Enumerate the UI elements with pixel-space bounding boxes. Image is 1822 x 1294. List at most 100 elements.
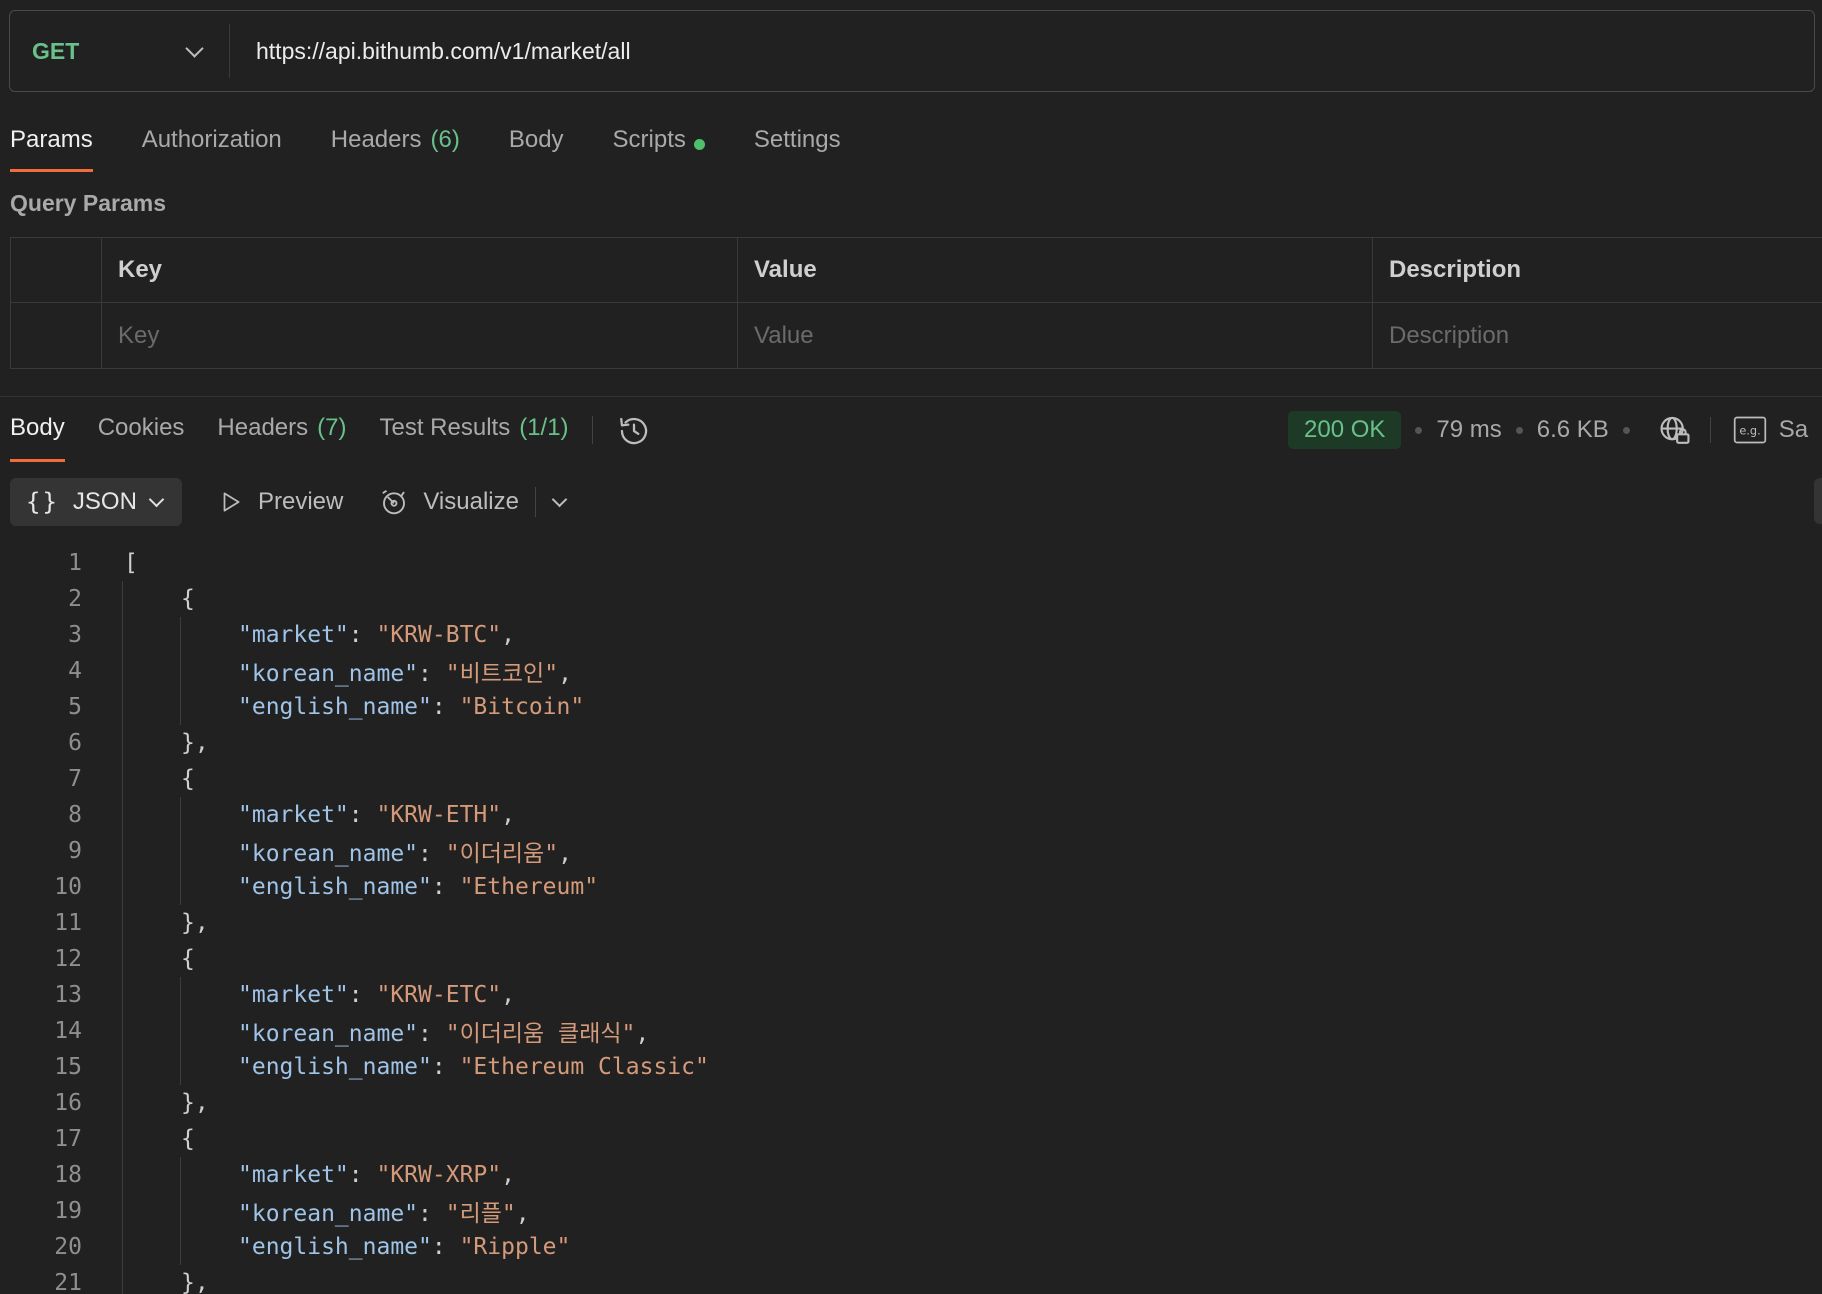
line-number: 4 — [68, 658, 82, 684]
chevron-down-icon[interactable] — [551, 491, 568, 507]
line-number: 9 — [68, 838, 82, 864]
line-content: "korean_name": "이더리움", — [238, 834, 572, 868]
status-badge[interactable]: 200 OK — [1288, 411, 1402, 449]
line-number: 8 — [68, 802, 82, 828]
table-row: Key Value Description — [11, 303, 1822, 368]
example-icon[interactable]: e.g. — [1733, 415, 1767, 445]
method-label: GET — [32, 37, 80, 64]
table-header-row: Key Value Description — [11, 238, 1822, 303]
tab-authorization[interactable]: Authorization — [142, 122, 282, 172]
line-number: 12 — [54, 946, 82, 972]
line-content: { — [181, 1126, 195, 1152]
json-comma: , — [501, 622, 515, 648]
json-string-value: "리플" — [445, 1201, 516, 1227]
code-line: 4 "korean_name": "비트코인", — [0, 653, 1822, 689]
tab-label: Settings — [753, 126, 841, 153]
row-checkbox-cell[interactable] — [11, 303, 102, 368]
response-body-editor[interactable]: 1[2{ 3 "market": "KRW-BTC", 4 "korean_name":… — [0, 545, 1822, 1294]
json-key: "korean_name" — [238, 661, 419, 687]
tab-cookies[interactable]: Cookies — [98, 408, 185, 462]
line-content: "market": "KRW-ETH", — [238, 802, 515, 828]
json-string-value: "이더리움 클래식" — [445, 1021, 636, 1047]
method-select[interactable]: GET — [10, 24, 230, 78]
line-content: }, — [181, 730, 209, 756]
side-panel-handle[interactable] — [1814, 478, 1822, 524]
code-line: 21}, — [0, 1265, 1822, 1294]
indent-guide — [180, 797, 181, 905]
checkbox-column-header — [11, 238, 102, 302]
tab-response-headers[interactable]: Headers (7) — [217, 408, 346, 462]
json-comma: , — [515, 1201, 530, 1227]
tab-label: Body — [10, 414, 65, 441]
tab-params[interactable]: Params — [10, 122, 93, 172]
line-number: 3 — [68, 622, 82, 648]
json-colon: : — [348, 802, 377, 828]
line-number: 17 — [54, 1126, 82, 1152]
code-line: 17 { — [0, 1121, 1822, 1157]
code-line: 9 "korean_name": "이더리움", — [0, 833, 1822, 869]
json-key: "english_name" — [238, 694, 432, 720]
network-lock-icon[interactable] — [1658, 413, 1692, 447]
json-string-value: "이더리움" — [445, 841, 559, 867]
line-number: 6 — [68, 730, 82, 756]
json-punctuation: { — [181, 946, 195, 972]
line-number: 10 — [54, 874, 82, 900]
response-time[interactable]: 79 ms — [1436, 416, 1501, 444]
code-line: 2{ — [0, 581, 1822, 617]
line-number: 18 — [54, 1162, 82, 1188]
visualize-button[interactable]: Visualize — [379, 487, 519, 517]
json-comma: , — [501, 982, 515, 1008]
preview-button[interactable]: Preview — [218, 488, 343, 516]
description-input[interactable]: Description — [1373, 303, 1822, 368]
line-number: 14 — [54, 1018, 82, 1044]
separator-dot — [1515, 426, 1523, 434]
json-string-value: "Ripple" — [459, 1234, 571, 1260]
value-input[interactable]: Value — [738, 303, 1373, 368]
description-column-header: Description — [1389, 256, 1522, 283]
line-number: 21 — [54, 1270, 82, 1294]
code-line: 3 "market": "KRW-BTC", — [0, 617, 1822, 653]
line-content: "english_name": "Ethereum" — [238, 874, 598, 900]
json-string-value: "KRW-BTC" — [376, 622, 502, 648]
tab-label: Test Results — [379, 414, 511, 441]
history-icon[interactable] — [617, 414, 651, 453]
format-select[interactable]: {} JSON — [10, 478, 182, 526]
code-line: 13 "market": "KRW-ETC", — [0, 977, 1822, 1013]
json-key: "market" — [238, 622, 349, 648]
url-input[interactable]: https://api.bithumb.com/v1/market/all — [230, 38, 631, 65]
json-key: "english_name" — [238, 874, 432, 900]
tab-headers[interactable]: Headers (6) — [331, 122, 460, 172]
key-input[interactable]: Key — [102, 303, 738, 368]
code-line: 20 "english_name": "Ripple" — [0, 1229, 1822, 1265]
json-key: "market" — [238, 1162, 349, 1188]
line-number: 19 — [54, 1198, 82, 1224]
json-colon: : — [431, 874, 460, 900]
code-line: 1[ — [0, 545, 1822, 581]
save-response-label[interactable]: Sa — [1779, 416, 1808, 444]
line-content: }, — [181, 1090, 209, 1116]
json-key: "english_name" — [238, 1234, 432, 1260]
line-content: "korean_name": "비트코인", — [238, 654, 572, 688]
json-key: "market" — [238, 982, 349, 1008]
tab-response-body[interactable]: Body — [10, 408, 65, 462]
tab-test-results[interactable]: Test Results (1/1) — [379, 408, 568, 462]
tab-body[interactable]: Body — [509, 122, 564, 172]
json-comma: , — [558, 661, 572, 687]
pane-divider[interactable] — [0, 396, 1822, 397]
json-colon: : — [348, 982, 377, 1008]
json-colon: : — [431, 694, 460, 720]
preview-label: Preview — [258, 488, 344, 515]
json-comma: , — [501, 802, 515, 828]
line-content: }, — [181, 910, 209, 936]
divider — [1709, 417, 1711, 443]
tab-settings[interactable]: Settings — [754, 122, 841, 172]
line-content: { — [181, 946, 195, 972]
headers-count: (6) — [430, 126, 460, 153]
json-colon: : — [348, 622, 377, 648]
tab-scripts[interactable]: Scripts — [613, 122, 705, 172]
response-size[interactable]: 6.6 KB — [1537, 416, 1609, 444]
line-number: 11 — [54, 910, 82, 936]
code-line: 19 "korean_name": "리플", — [0, 1193, 1822, 1229]
line-number: 15 — [54, 1054, 82, 1080]
tab-label: Headers — [217, 414, 309, 441]
